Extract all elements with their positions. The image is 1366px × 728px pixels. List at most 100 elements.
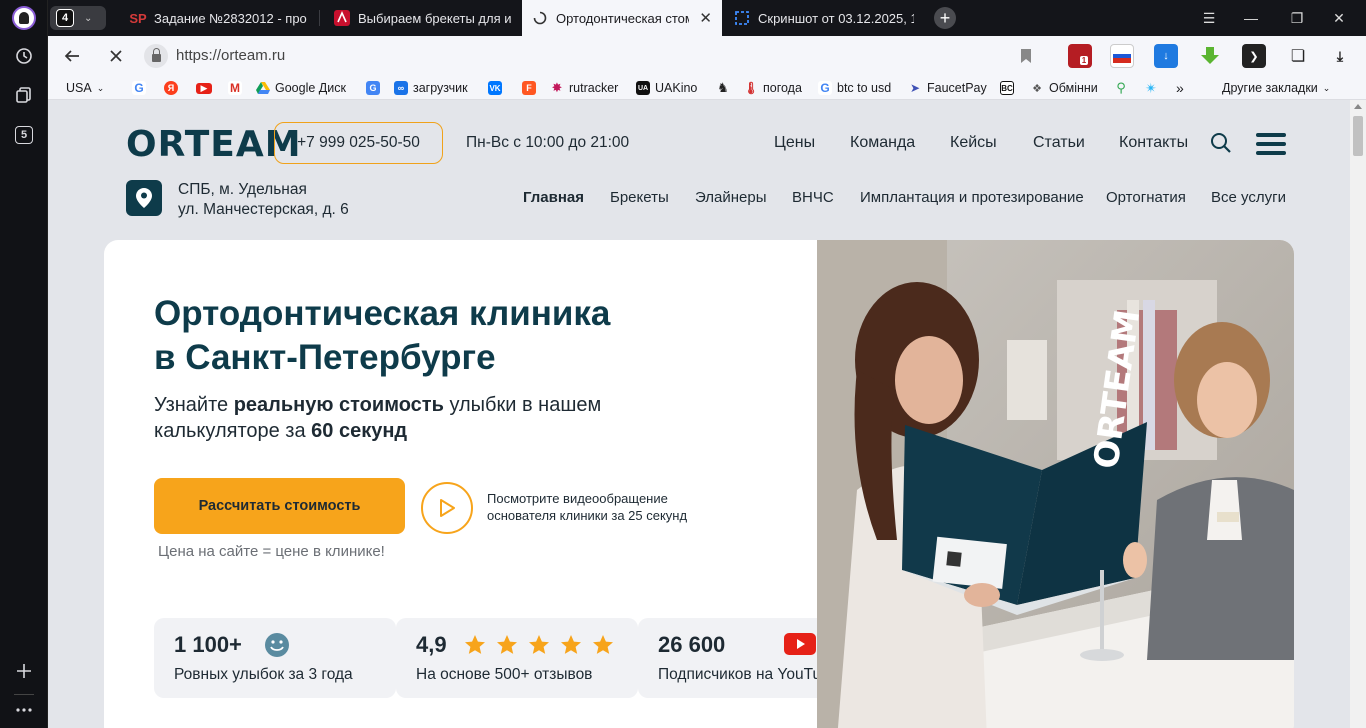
- tab-1[interactable]: SP Задание №2832012 - про: [120, 0, 320, 36]
- new-tab-button[interactable]: +: [934, 7, 956, 29]
- address-line-2: ул. Манчестерская, д. 6: [178, 201, 349, 218]
- restore-icon[interactable]: ❐: [1276, 0, 1318, 36]
- bookmark-loader[interactable]: ∞ загрузчик: [394, 79, 468, 97]
- chess-icon[interactable]: ♞: [716, 79, 730, 97]
- clinic-photo: ORTEAM: [817, 240, 1294, 728]
- maps-icon[interactable]: ⚲: [1114, 79, 1128, 97]
- tab-4[interactable]: Скриншот от 03.12.2025, 1: [724, 0, 924, 36]
- close-tab-icon[interactable]: ✕: [699, 9, 712, 27]
- pdf-icon: [334, 10, 350, 26]
- hamburger-menu-icon[interactable]: [1256, 133, 1286, 155]
- loading-spinner-icon: [532, 10, 548, 26]
- vk-icon[interactable]: VK: [488, 79, 502, 97]
- tab-2[interactable]: Выбираем брекеты для ис: [324, 0, 522, 36]
- bookmark-weather[interactable]: 🌡 погода: [743, 79, 802, 97]
- bookmark-exchange[interactable]: ❖ Обмінни: [1030, 79, 1098, 97]
- chevron-down-icon: ⌄: [84, 12, 93, 24]
- phone-button[interactable]: +7 999 025-50-50: [274, 122, 443, 164]
- tab-groups-icon[interactable]: 5: [13, 124, 35, 146]
- address-bar: https://orteam.ru 1 ↓ ❯ ❏ ⤓: [48, 36, 1366, 76]
- tab-title: Выбираем брекеты для ис: [358, 10, 512, 26]
- yandex-icon[interactable]: Я: [164, 79, 178, 97]
- puzzle-extensions-icon[interactable]: ❏: [1286, 44, 1310, 68]
- profile-avatar[interactable]: [12, 6, 36, 30]
- nav-cases[interactable]: Кейсы: [950, 134, 997, 152]
- stat-label: Подписчиков на YouTube: [658, 666, 839, 683]
- screenshot-icon: [734, 10, 750, 26]
- tab-title: Задание №2832012 - про: [154, 10, 307, 26]
- video-caption[interactable]: Посмотрите видеообращение основателя кли…: [487, 490, 687, 524]
- page-scrollbar[interactable]: [1350, 100, 1366, 728]
- url-field[interactable]: https://orteam.ru: [176, 47, 285, 64]
- more-bookmarks-icon[interactable]: »: [1176, 79, 1184, 97]
- subnav-aligners[interactable]: Элайнеры: [695, 189, 767, 206]
- add-panel-icon[interactable]: [13, 660, 35, 682]
- ublock-extension-icon[interactable]: 1: [1068, 44, 1092, 68]
- history-icon[interactable]: [13, 45, 35, 67]
- back-icon[interactable]: [60, 44, 84, 68]
- tab-title: Ортодонтическая стома: [556, 10, 690, 26]
- hero-section: Ортодонтическая клиника в Санкт-Петербур…: [104, 240, 1294, 728]
- google-translate-icon[interactable]: G: [366, 79, 380, 97]
- bookmark-icon[interactable]: [1014, 44, 1038, 68]
- web-page: ORTEAM +7 999 025-50-50 Пн-Вс с 10:00 до…: [48, 100, 1350, 728]
- more-icon[interactable]: [13, 699, 35, 721]
- minimize-icon[interactable]: —: [1230, 0, 1272, 36]
- download-extension-icon[interactable]: ↓: [1154, 44, 1178, 68]
- green-download-icon[interactable]: [1198, 44, 1222, 68]
- gmail-icon[interactable]: M: [228, 79, 242, 97]
- smile-icon: [265, 633, 289, 657]
- scroll-thumb[interactable]: [1353, 116, 1363, 156]
- stat-value: 4,9: [416, 632, 447, 657]
- scroll-up-icon[interactable]: [1354, 104, 1362, 109]
- nav-contacts[interactable]: Контакты: [1119, 134, 1188, 152]
- bookmark-google-drive[interactable]: Google Диск: [256, 79, 346, 97]
- collections-icon[interactable]: [13, 84, 35, 106]
- subnav-braces[interactable]: Брекеты: [610, 189, 669, 206]
- bc-icon[interactable]: BC: [1000, 79, 1014, 97]
- star-bookmark-icon[interactable]: ✴: [1144, 79, 1158, 97]
- search-icon[interactable]: [1210, 132, 1232, 154]
- sidebar-divider: [14, 694, 34, 695]
- subnav-home[interactable]: Главная: [523, 189, 584, 206]
- stars-icon: [465, 635, 613, 654]
- stop-loading-icon[interactable]: [104, 44, 128, 68]
- subnav-orthognathia[interactable]: Ортогнатия: [1106, 189, 1186, 206]
- reader-extension-icon[interactable]: ❯: [1242, 44, 1266, 68]
- youtube-bookmark-icon[interactable]: ▶: [196, 79, 212, 97]
- menu-icon[interactable]: ☰: [1188, 0, 1230, 36]
- download-manager-icon[interactable]: ⤓: [1328, 44, 1352, 68]
- stat-rating: 4,9 На основе 500+ отзывов: [396, 618, 638, 698]
- bookmark-usa[interactable]: USA ⌄: [66, 79, 104, 97]
- f-app-icon[interactable]: F: [522, 79, 536, 97]
- bookmark-uakino[interactable]: UA UAKino: [636, 79, 697, 97]
- close-window-icon[interactable]: ✕: [1318, 0, 1360, 36]
- nav-team[interactable]: Команда: [850, 134, 915, 152]
- google-icon[interactable]: G: [132, 79, 146, 97]
- tab-count-button[interactable]: 4 ⌄: [50, 6, 106, 30]
- stat-label: На основе 500+ отзывов: [416, 666, 593, 683]
- bookmark-rutracker[interactable]: ✸ rutracker: [550, 79, 619, 97]
- bookmark-btc[interactable]: Gbtc to usd: [818, 79, 891, 97]
- russia-flag-extension-icon[interactable]: [1110, 44, 1134, 68]
- subnav-implants[interactable]: Имплантация и протезирование: [860, 189, 1084, 206]
- nav-articles[interactable]: Статьи: [1033, 134, 1085, 152]
- nav-prices[interactable]: Цены: [774, 134, 815, 152]
- stat-value: 26 600: [658, 632, 726, 657]
- bookmark-faucetpay[interactable]: ➤ FaucetPay: [908, 79, 987, 97]
- tab-bar: 4 ⌄ SP Задание №2832012 - про Выбираем б…: [48, 0, 1366, 36]
- calculate-cost-button[interactable]: Рассчитать стоимость: [154, 478, 405, 534]
- other-bookmarks[interactable]: Другие закладки ⌄: [1222, 79, 1330, 97]
- hero-lead: Узнайте реальную стоимость улыбки в наше…: [154, 394, 602, 442]
- working-hours: Пн-Вс с 10:00 до 21:00: [466, 134, 630, 151]
- google-drive-icon: [256, 81, 270, 95]
- subnav-all-services[interactable]: Все услуги: [1211, 189, 1286, 206]
- sp-icon: SP: [129, 10, 147, 26]
- youtube-icon: [784, 633, 816, 655]
- location-pin-icon: [126, 180, 162, 216]
- price-note: Цена на сайте = цене в клинике!: [158, 543, 385, 560]
- play-video-button[interactable]: [421, 482, 473, 534]
- tab-3-active[interactable]: Ортодонтическая стома ✕: [522, 0, 722, 36]
- subnav-tmj[interactable]: ВНЧС: [792, 189, 834, 206]
- lock-icon[interactable]: [144, 44, 168, 68]
